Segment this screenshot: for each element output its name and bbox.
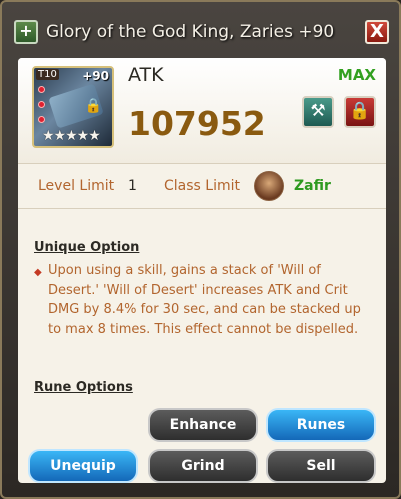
rune-gem-icon	[38, 116, 45, 123]
equip-icon-button[interactable]: ⚒	[302, 96, 334, 128]
unique-option-text: Upon using a skill, gains a stack of 'Wi…	[48, 263, 361, 337]
lock-icon: 🔒	[84, 98, 102, 114]
item-icon-frame: T10 +90 🔒 ★★★★★	[32, 66, 114, 148]
enhance-button[interactable]: Enhance	[148, 408, 258, 442]
title-bar: + Glory of the God King, Zaries +90 X	[6, 6, 397, 58]
sell-button[interactable]: Sell	[266, 449, 376, 483]
class-limit-label: Class Limit	[164, 178, 240, 194]
close-button[interactable]: X	[365, 20, 389, 44]
max-label: MAX	[337, 66, 376, 84]
unique-option-title: Unique Option	[34, 240, 140, 255]
class-portrait-avatar	[254, 171, 284, 201]
stat-value: 107952	[128, 104, 266, 143]
rune-gem-icon	[38, 101, 45, 108]
runes-button[interactable]: Runes	[266, 408, 376, 442]
window-title: Glory of the God King, Zaries +90	[46, 22, 335, 42]
stat-name: ATK	[128, 64, 164, 86]
enhance-level-badge: +90	[82, 69, 109, 83]
bullet-icon: ◆	[34, 267, 42, 278]
grind-button[interactable]: Grind	[148, 449, 258, 483]
rune-gem-icon	[38, 86, 45, 93]
level-limit-value: 1	[128, 178, 137, 194]
rune-options-title: Rune Options	[34, 380, 133, 395]
item-detail-window: + Glory of the God King, Zaries +90 X T1…	[0, 0, 401, 499]
anvil-icon: ⚒	[310, 101, 326, 121]
plus-square-icon: +	[14, 20, 38, 44]
lock-icon: 🔒	[349, 101, 371, 121]
lock-toggle-button[interactable]: 🔒	[344, 96, 376, 128]
rune-gems	[38, 86, 45, 131]
unequip-button[interactable]: Unequip	[28, 449, 138, 483]
tier-badge: T10	[36, 69, 59, 80]
limits-row: Level Limit 1 Class Limit Zafir	[18, 165, 386, 209]
item-panel: T10 +90 🔒 ★★★★★ ATK MAX 107952 ⚒ 🔒 Level…	[18, 58, 386, 483]
level-limit-label: Level Limit	[38, 178, 115, 194]
options-scroll-area[interactable]: Unique Option ◆ Upon using a skill, gain…	[18, 218, 386, 408]
item-header: T10 +90 🔒 ★★★★★ ATK MAX 107952 ⚒ 🔒	[18, 58, 386, 164]
star-rating: ★★★★★	[42, 128, 101, 144]
class-limit-value: Zafir	[294, 178, 331, 194]
